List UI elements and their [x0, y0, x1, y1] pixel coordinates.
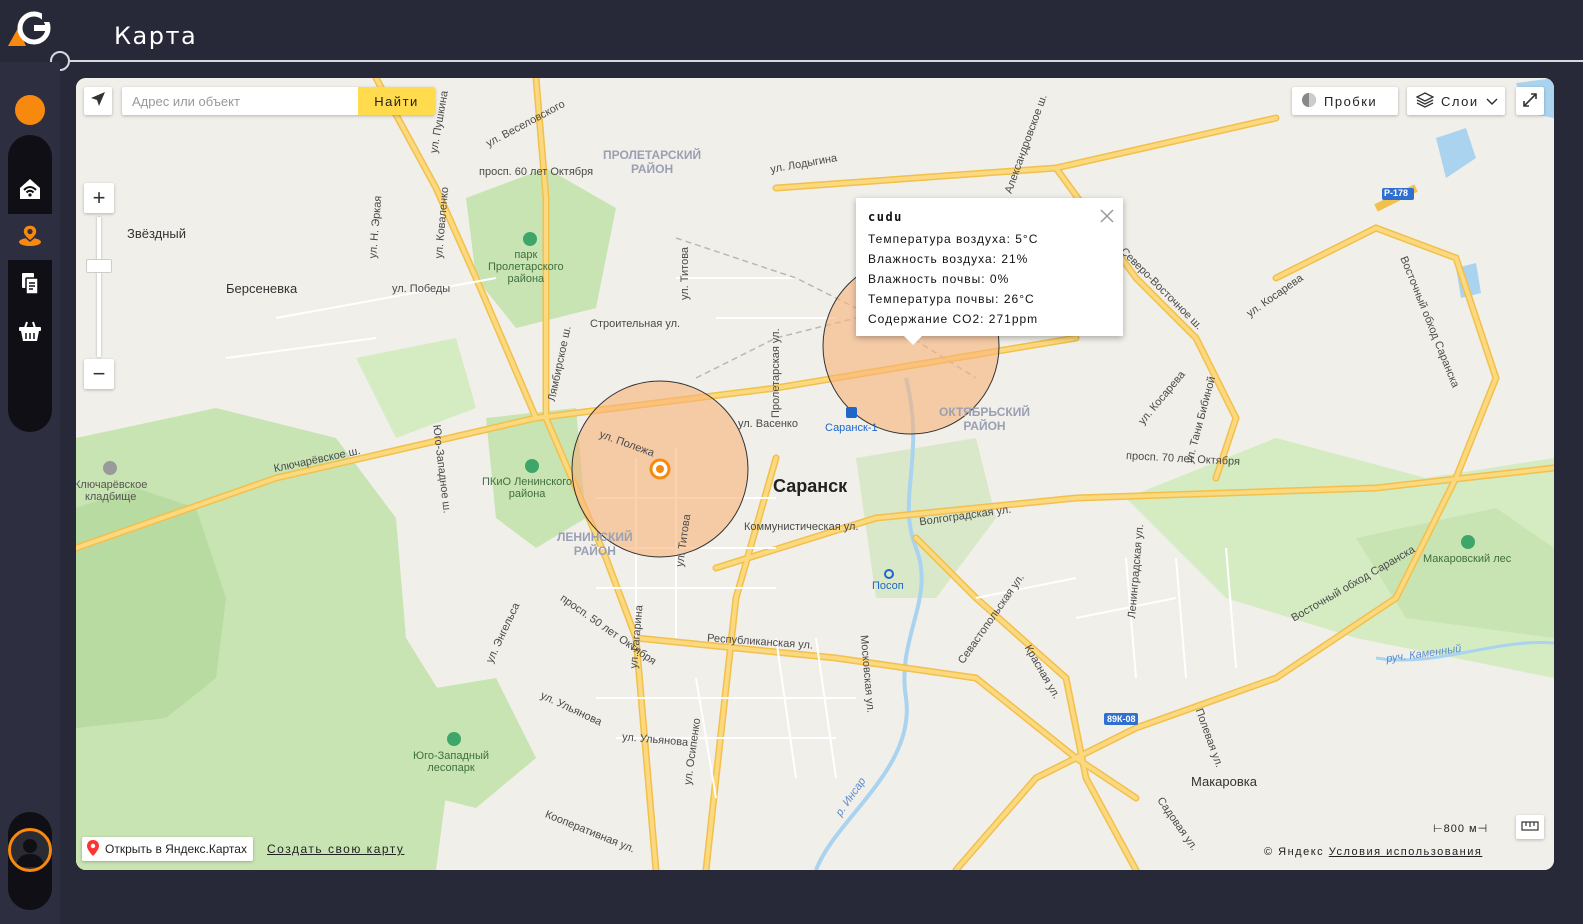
map-tiles	[76, 78, 1554, 870]
balloon-pointer	[904, 336, 922, 345]
sidebar-item-documents[interactable]	[0, 262, 60, 308]
map-label-street: просп. 60 лет Октября	[479, 166, 594, 178]
chevron-down-icon	[1486, 94, 1498, 109]
map-label-street: ул. Победы	[392, 283, 451, 295]
map-view[interactable]: Саранск ПРОЛЕТАРСКИЙ РАЙОН ОКТЯБРЬСКИЙ Р…	[76, 78, 1554, 870]
traffic-button[interactable]: Пробки	[1292, 87, 1398, 115]
geolocation-button[interactable]	[84, 87, 112, 115]
map-label-street: ул. Титова	[679, 246, 691, 300]
air-humidity: Влажность воздуха: 21%	[868, 252, 1029, 266]
ruler-icon	[1521, 818, 1539, 836]
map-label-district: ЛЕНИНСКИЙ РАЙОН	[557, 530, 633, 558]
scale-value: 800 м	[1443, 823, 1478, 835]
map-label-street: ул. Васенко	[738, 418, 798, 430]
search-button[interactable]: Найти	[358, 87, 435, 115]
close-icon[interactable]	[1098, 207, 1116, 225]
map-label-street: Строительная ул.	[590, 318, 681, 330]
co2-level: Содержание CO2: 271ppm	[868, 312, 1039, 326]
map-label-park: Макаровский лес	[1423, 553, 1512, 565]
map-label-district: ПРОЛЕТАРСКИЙ РАЙОН	[603, 148, 702, 176]
basket-icon	[17, 318, 43, 349]
app-logo[interactable]	[6, 8, 54, 48]
traffic-icon	[1301, 92, 1317, 111]
wifi-home-icon	[17, 176, 43, 207]
sensor-info-balloon: cudu Температура воздуха: 5°C Влажность …	[856, 198, 1123, 345]
soil-temperature: Температура почвы: 26°C	[868, 292, 1035, 306]
map-copyright: © Яндекс Условия использования	[1264, 846, 1482, 858]
expand-icon	[1523, 92, 1537, 110]
search-bar: Найти	[122, 87, 435, 115]
zoom-in-button[interactable]: +	[84, 183, 114, 213]
map-label-station: Посоп	[872, 580, 904, 592]
map-label-park: парк Пролетарского района	[488, 249, 564, 285]
map-label-place: Ключарёвское кладбище	[76, 479, 148, 503]
map-pin-icon	[17, 222, 43, 253]
map-label-place: Звёздный	[127, 226, 187, 241]
map-label-street: Коммунистическая ул.	[744, 521, 859, 533]
layers-button[interactable]: Слои	[1407, 87, 1505, 115]
map-label-station: Саранск-1	[825, 422, 878, 434]
map-label-park: ПКиО Ленинского района	[482, 476, 573, 500]
documents-icon	[17, 270, 43, 301]
map-label-park: Юго-Западный лесопарк	[413, 750, 490, 774]
sidebar-item-shop[interactable]	[0, 310, 60, 356]
map-marker-icon	[86, 839, 100, 859]
layers-icon	[1415, 91, 1435, 111]
page-title: Карта	[114, 22, 198, 50]
layers-label: Слои	[1441, 93, 1479, 109]
open-in-yandex-label: Открыть в Яндекс.Картах	[105, 842, 247, 856]
top-bar: Карта	[0, 0, 1583, 71]
map-label-place: Берсеневка	[226, 281, 298, 296]
ruler-button[interactable]	[1516, 815, 1544, 839]
map-label-route: Р-178	[1384, 188, 1409, 198]
map-label-district: ОКТЯБРЬСКИЙ РАЙОН	[939, 405, 1030, 433]
status-indicator	[15, 95, 45, 125]
zoom-slider-track[interactable]	[97, 217, 101, 357]
map-label-route: 89К-08	[1107, 714, 1136, 724]
traffic-label: Пробки	[1324, 93, 1378, 109]
open-in-yandex-maps-button[interactable]: Открыть в Яндекс.Картах	[82, 837, 253, 861]
zoom-slider-handle[interactable]	[86, 259, 112, 273]
map-label-city: Саранск	[773, 476, 848, 496]
sidebar-item-devices[interactable]	[0, 168, 60, 214]
map-scale: ⊢800 м⊣	[1433, 823, 1489, 835]
map-label-place: Макаровка	[1191, 774, 1257, 789]
map-label-street: Пролетарская ул.	[770, 328, 782, 418]
create-map-link[interactable]: Создать свою карту	[267, 842, 404, 856]
header-divider	[66, 60, 1583, 62]
air-temperature: Температура воздуха: 5°C	[868, 232, 1039, 246]
sidebar-item-map[interactable]	[0, 214, 60, 260]
avatar[interactable]	[8, 828, 52, 872]
search-input[interactable]	[122, 87, 358, 115]
terms-link[interactable]: Условия использования	[1329, 846, 1483, 858]
zoom-control: + −	[84, 183, 114, 391]
soil-humidity: Влажность почвы: 0%	[868, 272, 1010, 286]
copyright-text: © Яндекс	[1264, 846, 1325, 858]
zoom-out-button[interactable]: −	[84, 359, 114, 389]
sensor-name: cudu	[868, 210, 903, 224]
location-arrow-icon	[90, 91, 106, 112]
fullscreen-button[interactable]	[1516, 87, 1544, 115]
